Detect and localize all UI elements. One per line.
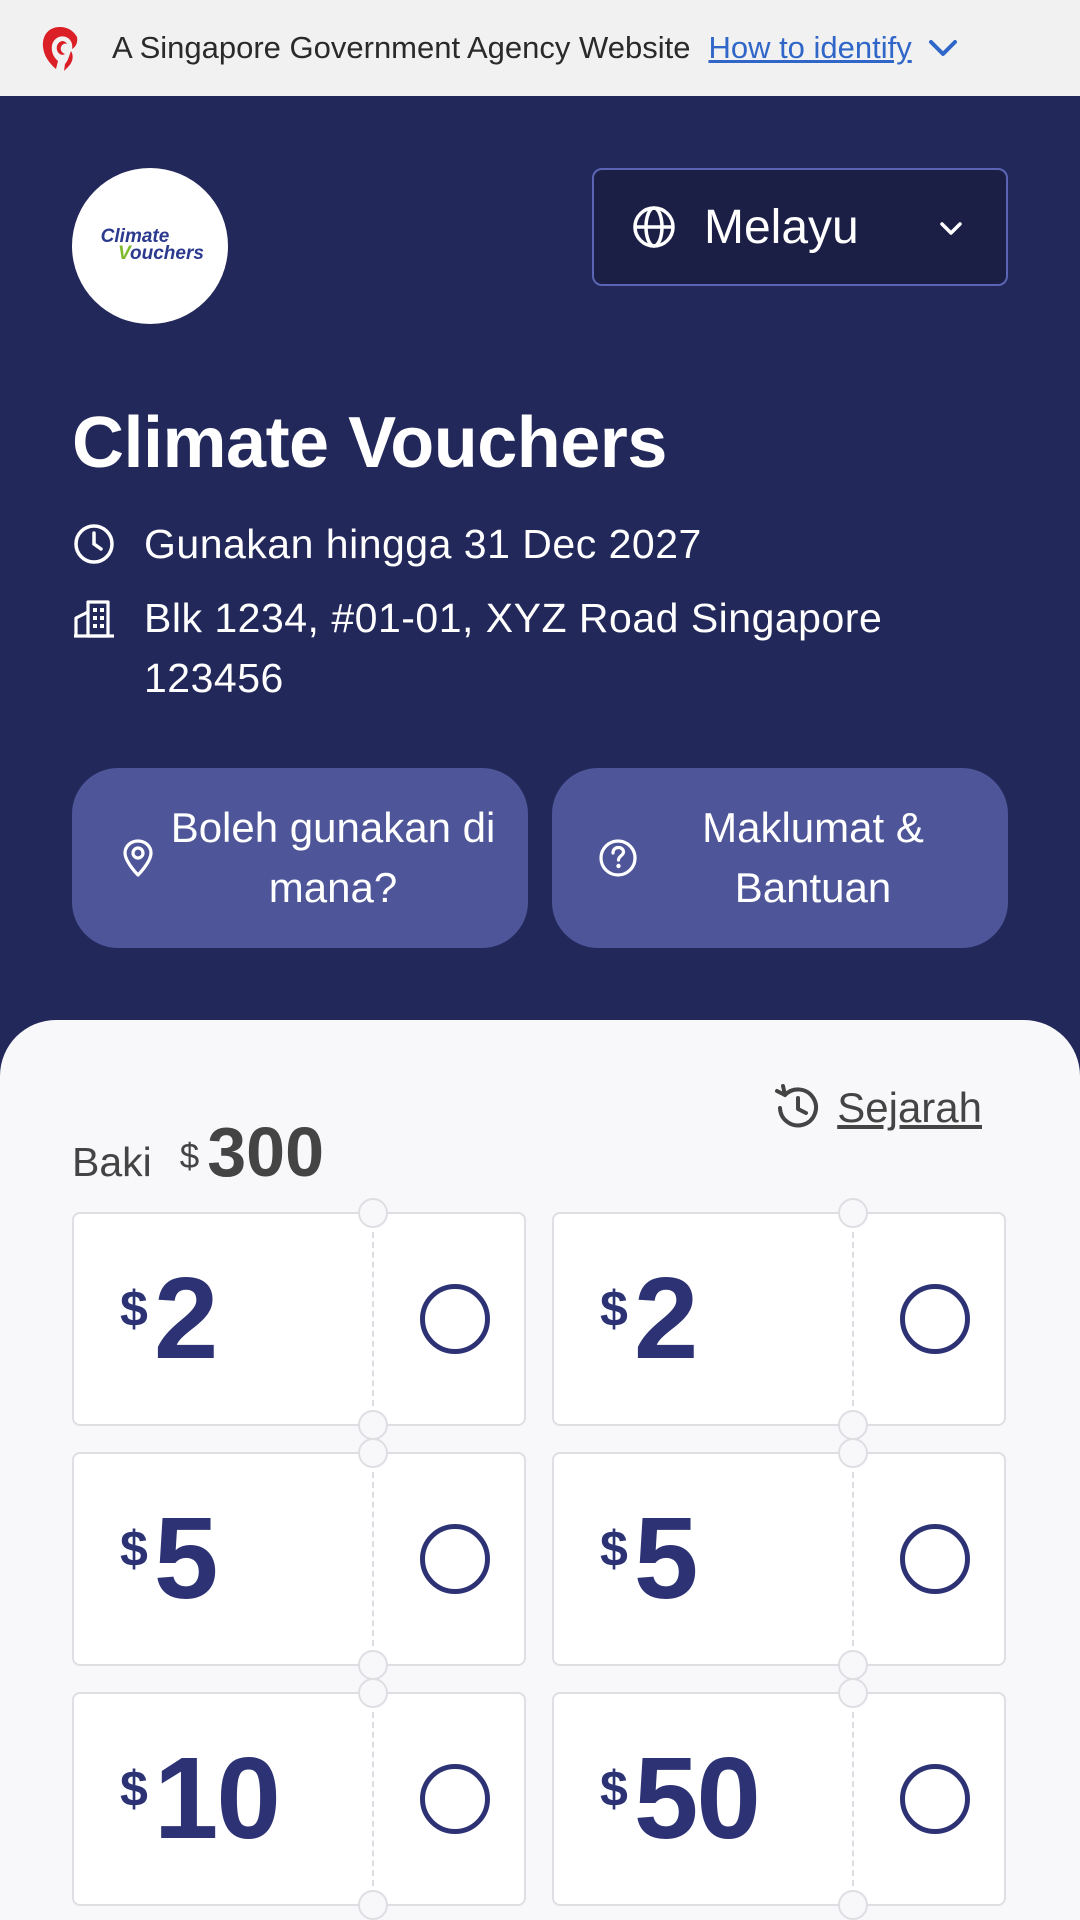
clock-icon [74, 524, 114, 564]
history-link[interactable]: Sejarah [771, 1082, 982, 1134]
voucher-card[interactable]: $2 [552, 1198, 1006, 1440]
voucher-value: $50 [600, 1733, 761, 1863]
language-selected: Melayu [704, 200, 859, 254]
voucher-value: $2 [120, 1253, 218, 1383]
how-to-identify-link[interactable]: How to identify [708, 30, 911, 66]
address-row: Blk 1234, #01-01, XYZ Road Singapore 123… [72, 588, 972, 708]
globe-icon [633, 206, 675, 248]
voucher-card[interactable]: $5 [552, 1438, 1006, 1680]
voucher-card[interactable]: $2 [72, 1198, 526, 1440]
voucher-value: $5 [120, 1493, 218, 1623]
voucher-card[interactable]: $5 [72, 1438, 526, 1680]
location-pin-icon [123, 839, 153, 877]
where-to-use-button[interactable]: Boleh gunakan di mana? [72, 768, 528, 948]
expiry-text: Gunakan hingga 31 Dec 2027 [144, 521, 702, 567]
voucher-card[interactable]: $10 [72, 1678, 526, 1920]
voucher-card[interactable]: $50 [552, 1678, 1006, 1920]
page-title: Climate Vouchers [72, 403, 667, 483]
history-icon [775, 1084, 819, 1128]
climate-vouchers-logo: Climate Vouchers [72, 168, 228, 324]
logo-text-line2: Vouchers [118, 243, 204, 264]
info-help-button[interactable]: Maklumat & Bantuan [552, 768, 1008, 948]
info-help-label: Maklumat & Bantuan [702, 804, 924, 911]
gov-masthead: A Singapore Government Agency Website Ho… [0, 0, 1080, 96]
lion-head-icon [42, 27, 78, 71]
voucher-select-radio[interactable] [420, 1764, 490, 1834]
balance-amount: 300 [207, 1113, 325, 1191]
voucher-sheet: Baki $ 300 Sejarah $2 $2 $5 $ 5 $ 10 $ 5… [0, 1020, 1080, 1920]
voucher-select-radio[interactable] [420, 1284, 490, 1354]
chevron-down-icon [940, 222, 962, 235]
language-selector[interactable]: Melayu [592, 168, 1008, 286]
voucher-select-radio[interactable] [900, 1764, 970, 1834]
voucher-value: $2 [600, 1253, 698, 1383]
voucher-value: $10 [120, 1733, 281, 1863]
where-to-use-label: Boleh gunakan di mana? [170, 804, 496, 911]
voucher-select-radio[interactable] [900, 1524, 970, 1594]
voucher-select-radio[interactable] [420, 1524, 490, 1594]
history-label: Sejarah [837, 1084, 982, 1131]
chevron-down-icon[interactable] [926, 31, 960, 65]
question-circle-icon [599, 839, 637, 877]
masthead-text: A Singapore Government Agency Website [112, 30, 691, 65]
voucher-select-radio[interactable] [900, 1284, 970, 1354]
balance-currency: $ [179, 1137, 200, 1176]
address-text: Blk 1234, #01-01, XYZ Road Singapore 123… [144, 595, 883, 701]
building-icon [74, 600, 114, 638]
voucher-value: $5 [600, 1493, 698, 1623]
balance-label: Baki [72, 1139, 152, 1185]
expiry-row: Gunakan hingga 31 Dec 2027 [72, 514, 702, 574]
balance: Baki $ 300 [72, 1112, 324, 1192]
